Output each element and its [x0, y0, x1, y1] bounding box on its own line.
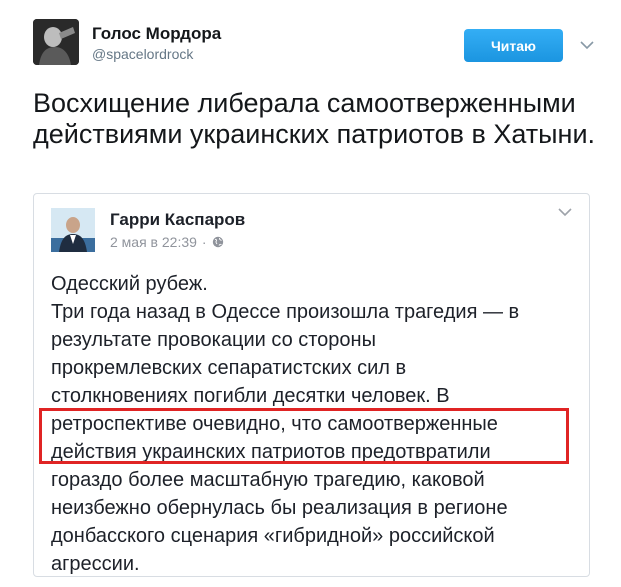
- highlight-box: [39, 408, 569, 464]
- post-line: прокремлевских сепаратистских сил в: [51, 357, 407, 379]
- post-line: Одесский рубеж.: [51, 273, 208, 295]
- post-meta: 2 мая в 22:39 ·: [110, 234, 224, 250]
- follow-button-label: Читаю: [490, 37, 537, 54]
- post-line: результате провокации со стороны: [51, 329, 376, 351]
- author-avatar[interactable]: [33, 19, 79, 65]
- post-date: 2 мая в 22:39: [110, 234, 197, 250]
- post-line: агрессии.: [51, 553, 140, 575]
- post-line: столкновениях погибли десятки человек. В: [51, 385, 450, 407]
- post-chevron-down-icon: [558, 208, 572, 217]
- post-line: Три года назад в Одессе произошла трагед…: [51, 301, 520, 323]
- post-line: донбасского сценария «гибридной» российс…: [51, 525, 495, 547]
- post-author-name: Гарри Каспаров: [110, 210, 246, 229]
- chevron-down-icon[interactable]: [578, 38, 596, 52]
- post-line: неизбежно обернулась бы реализация в рег…: [51, 497, 508, 519]
- post-author-avatar: [51, 208, 95, 252]
- post-line: гораздо более масштабную трагедию, каков…: [51, 469, 485, 491]
- tweet-text: Восхищение либерала самоотверженными дей…: [33, 88, 596, 149]
- author-name[interactable]: Голос Мордора: [92, 24, 221, 44]
- post-meta-separator: ·: [201, 234, 207, 250]
- globe-icon: [212, 236, 223, 248]
- follow-button[interactable]: Читаю: [464, 29, 563, 62]
- embedded-screenshot: Гарри Каспаров 2 мая в 22:39 · Одесский …: [33, 193, 590, 577]
- author-handle[interactable]: @spacelordrock: [92, 46, 193, 62]
